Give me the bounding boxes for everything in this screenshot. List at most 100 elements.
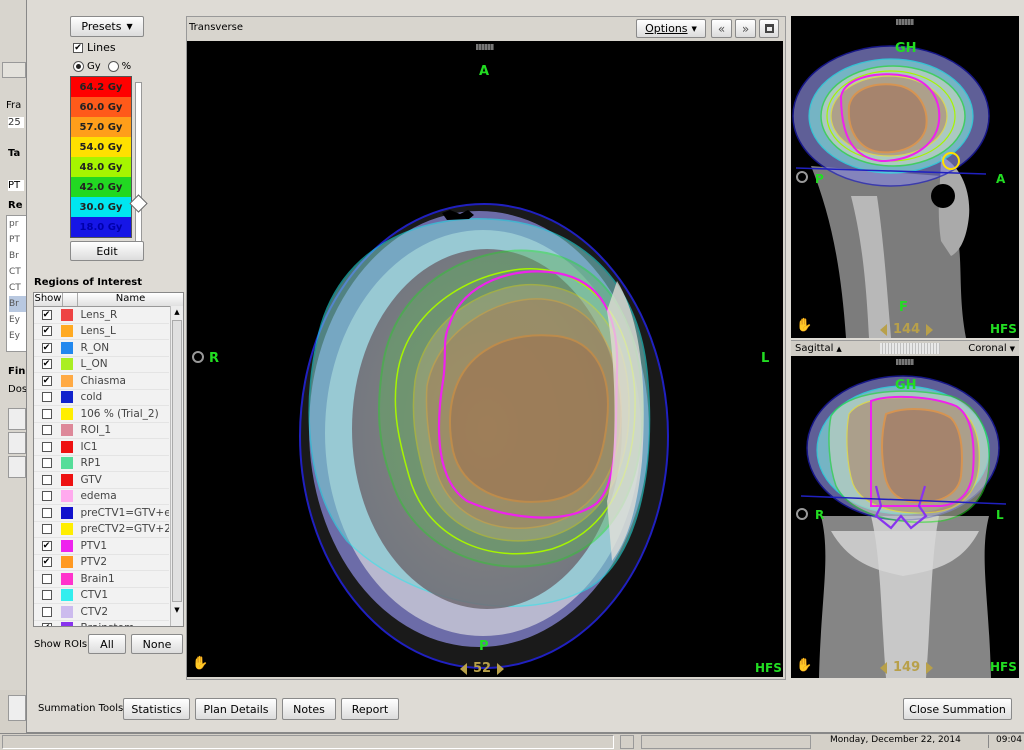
dose-level-row[interactable]: 54.0 Gy: [71, 137, 131, 157]
left-strip-button[interactable]: [8, 456, 26, 478]
plan-details-button[interactable]: Plan Details: [195, 698, 277, 720]
roi-color-swatch[interactable]: [60, 506, 73, 519]
roi-row[interactable]: RP1: [34, 455, 169, 472]
left-strip-button[interactable]: [8, 408, 26, 430]
roi-color-swatch[interactable]: [60, 539, 73, 552]
magnifier-icon[interactable]: [796, 508, 808, 520]
view-drag-handle[interactable]: [476, 44, 494, 50]
roi-color-swatch[interactable]: [60, 407, 73, 420]
roi-scrollbar[interactable]: ▲ ▼: [170, 306, 183, 626]
lines-checkbox[interactable]: ✔ Lines: [73, 41, 116, 54]
roi-show-checkbox[interactable]: [41, 458, 52, 469]
dose-level-row[interactable]: 64.2 Gy: [71, 77, 131, 97]
roi-color-swatch[interactable]: [60, 473, 73, 486]
dose-level-row[interactable]: 30.0 Gy: [71, 197, 131, 217]
roi-show-cell[interactable]: ✔: [34, 359, 59, 370]
pan-hand-icon[interactable]: ✋: [796, 318, 812, 333]
roi-row[interactable]: CTV1: [34, 587, 169, 604]
dose-slider-track[interactable]: [135, 82, 142, 242]
roi-row[interactable]: 106 % (Trial_2): [34, 406, 169, 423]
roi-row[interactable]: ✔ L_ON: [34, 356, 169, 373]
roi-show-checkbox[interactable]: [41, 474, 52, 485]
slice-navigator[interactable]: 52: [460, 661, 505, 676]
roi-show-checkbox[interactable]: ✔: [41, 359, 52, 370]
roi-row[interactable]: preCTV2=GTV+2cm: [34, 521, 169, 538]
roi-row[interactable]: ✔ PTV1: [34, 538, 169, 555]
roi-show-cell[interactable]: [34, 425, 59, 436]
roi-show-cell[interactable]: ✔: [34, 540, 59, 551]
transverse-viewport[interactable]: A P R L ✋ 52 HFS: [187, 41, 783, 677]
scroll-thumb[interactable]: [172, 320, 182, 602]
pan-hand-icon[interactable]: ✋: [192, 656, 208, 671]
roi-row[interactable]: preCTV1=GTV+ede: [34, 505, 169, 522]
roi-show-checkbox[interactable]: [41, 408, 52, 419]
roi-row[interactable]: ✔ Chiasma: [34, 373, 169, 390]
dose-level-row[interactable]: 18.0 Gy: [71, 217, 131, 237]
roi-show-checkbox[interactable]: [41, 491, 52, 502]
magnifier-icon[interactable]: [192, 351, 204, 363]
roi-color-swatch[interactable]: [60, 490, 73, 503]
roi-show-checkbox[interactable]: [41, 606, 52, 617]
notes-button[interactable]: Notes: [282, 698, 336, 720]
slice-next-icon[interactable]: [926, 323, 934, 336]
roi-show-checkbox[interactable]: ✔: [41, 309, 52, 320]
slice-prev-icon[interactable]: [460, 662, 467, 675]
roi-row[interactable]: ✔ Lens_L: [34, 323, 169, 340]
roi-show-cell[interactable]: [34, 491, 59, 502]
roi-show-cell[interactable]: [34, 590, 59, 601]
roi-color-swatch[interactable]: [60, 457, 73, 470]
roi-color-swatch[interactable]: [60, 424, 73, 437]
roi-show-cell[interactable]: [34, 573, 59, 584]
slice-prev-icon[interactable]: [880, 323, 887, 336]
roi-row[interactable]: cold: [34, 389, 169, 406]
slice-next-icon[interactable]: [926, 661, 934, 674]
roi-row[interactable]: ROI_1: [34, 422, 169, 439]
roi-show-cell[interactable]: [34, 474, 59, 485]
report-button[interactable]: Report: [341, 698, 399, 720]
roi-show-checkbox[interactable]: [41, 524, 52, 535]
close-summation-button[interactable]: Close Summation: [903, 698, 1012, 720]
roi-show-checkbox[interactable]: ✔: [41, 557, 52, 568]
roi-show-checkbox[interactable]: [41, 507, 52, 518]
roi-color-swatch[interactable]: [60, 325, 73, 338]
dose-level-row[interactable]: 57.0 Gy: [71, 117, 131, 137]
roi-color-swatch[interactable]: [60, 308, 73, 321]
roi-row[interactable]: ✔ Brainstem: [34, 620, 169, 626]
roi-color-swatch[interactable]: [60, 622, 73, 626]
roi-color-swatch[interactable]: [60, 391, 73, 404]
roi-show-checkbox[interactable]: [41, 392, 52, 403]
roi-show-cell[interactable]: [34, 606, 59, 617]
roi-show-checkbox[interactable]: ✔: [41, 540, 52, 551]
view-split-grip[interactable]: [879, 343, 940, 354]
view-drag-handle[interactable]: [896, 359, 914, 365]
radio-percent[interactable]: %: [107, 61, 131, 72]
slice-navigator[interactable]: 149: [880, 660, 934, 675]
magnifier-icon[interactable]: [796, 171, 808, 183]
scroll-up-icon[interactable]: ▲: [171, 306, 183, 318]
roi-color-swatch[interactable]: [60, 341, 73, 354]
pan-hand-icon[interactable]: ✋: [796, 658, 812, 673]
roi-row[interactable]: ✔ Lens_R: [34, 307, 169, 324]
options-button[interactable]: Options ▼: [636, 19, 706, 38]
roi-color-swatch[interactable]: [60, 572, 73, 585]
edit-button[interactable]: Edit: [70, 241, 144, 261]
roi-show-checkbox[interactable]: [41, 590, 52, 601]
roi-show-checkbox[interactable]: ✔: [41, 375, 52, 386]
show-none-button[interactable]: None: [131, 634, 183, 654]
roi-color-swatch[interactable]: [60, 358, 73, 371]
roi-row[interactable]: ✔ PTV2: [34, 554, 169, 571]
roi-row[interactable]: GTV: [34, 472, 169, 489]
scroll-down-icon[interactable]: ▼: [171, 604, 183, 616]
dose-level-row[interactable]: 60.0 Gy: [71, 97, 131, 117]
coronal-tab[interactable]: Coronal ▼: [968, 343, 1019, 354]
left-strip-button[interactable]: [8, 432, 26, 454]
roi-show-checkbox[interactable]: ✔: [41, 342, 52, 353]
roi-show-cell[interactable]: [34, 408, 59, 419]
roi-color-swatch[interactable]: [60, 523, 73, 536]
roi-show-cell[interactable]: [34, 524, 59, 535]
roi-row[interactable]: IC1: [34, 439, 169, 456]
roi-show-checkbox[interactable]: ✔: [41, 326, 52, 337]
roi-show-cell[interactable]: [34, 441, 59, 452]
roi-row[interactable]: ✔ R_ON: [34, 340, 169, 357]
roi-show-cell[interactable]: ✔: [34, 309, 59, 320]
